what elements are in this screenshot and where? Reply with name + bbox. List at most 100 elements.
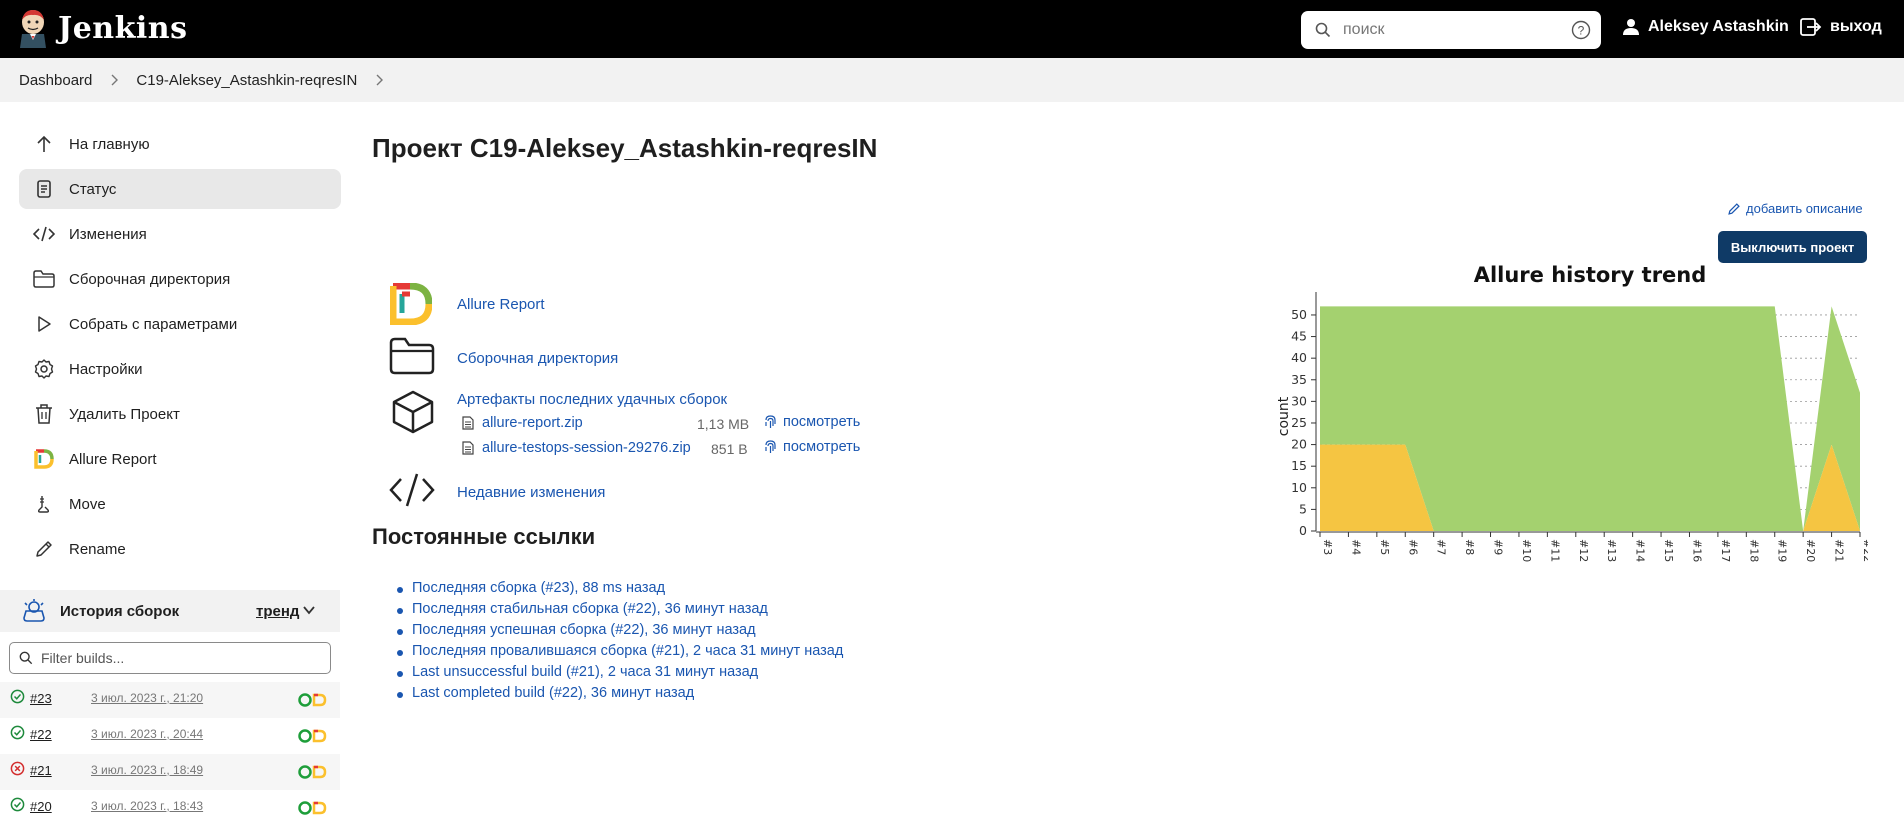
x-tick-label: #14 <box>1634 539 1647 562</box>
allure-badge-icon[interactable] <box>298 728 328 744</box>
sidebar-item-changes[interactable]: Изменения <box>19 214 341 254</box>
edit-description-link[interactable]: добавить описание <box>1727 201 1863 216</box>
code-icon[interactable] <box>388 471 436 509</box>
folder-icon <box>33 268 55 290</box>
sidebar-item-label: Rename <box>69 540 126 558</box>
build-date-link[interactable]: 3 июл. 2023 г., 18:43 <box>91 799 203 813</box>
artifact-link[interactable]: allure-testops-session-29276.zip <box>482 440 691 456</box>
sidebar-item-label: Сборочная директория <box>69 270 231 288</box>
play-icon <box>33 313 55 335</box>
allure-logo-icon[interactable] <box>390 283 432 325</box>
permalink[interactable]: Last unsuccessful build (#21), 2 часа 31… <box>412 664 758 680</box>
artifact-size: 851 B <box>711 441 748 457</box>
code-icon <box>33 223 55 245</box>
y-tick-label: 15 <box>1291 458 1307 473</box>
artifact-item: allure-testops-session-29276.zip <box>462 440 691 456</box>
recent-changes-link[interactable]: Недавние изменения <box>457 484 605 501</box>
y-tick-label: 35 <box>1291 372 1307 387</box>
arrow-up-icon <box>33 133 55 155</box>
allure-report-link[interactable]: Allure Report <box>457 296 545 313</box>
build-history-icon <box>23 599 45 622</box>
search-box[interactable]: ? <box>1301 11 1601 49</box>
sidebar-item-label: Move <box>69 495 106 513</box>
user-icon <box>1623 19 1639 35</box>
sidebar-item-delete[interactable]: Удалить Проект <box>19 394 341 434</box>
list-item: Last completed build (#22), 36 минут наз… <box>396 685 843 706</box>
sidebar-item-label: Allure Report <box>69 450 157 468</box>
sidebar-item-home[interactable]: На главную <box>19 124 341 164</box>
artifact-item: allure-report.zip <box>462 415 583 431</box>
build-number-link[interactable]: #20 <box>30 799 52 814</box>
success-status-icon <box>10 725 25 740</box>
move-icon <box>33 493 55 515</box>
user-name: Aleksey Astashkin <box>1648 18 1789 35</box>
x-tick-label: #22 <box>1861 539 1868 562</box>
allure-badge-icon[interactable] <box>298 800 328 816</box>
sidebar-item-move[interactable]: Move <box>19 484 341 524</box>
x-tick-label: #10 <box>1520 539 1533 562</box>
chevron-right-icon[interactable] <box>375 74 384 86</box>
permalink[interactable]: Последняя сборка (#23), 88 ms назад <box>412 580 665 596</box>
y-axis-label: count <box>1276 396 1292 436</box>
workspace-link[interactable]: Сборочная директория <box>457 350 618 367</box>
x-tick-label: #18 <box>1747 539 1760 562</box>
sidebar-item-rename[interactable]: Rename <box>19 529 341 569</box>
build-date-link[interactable]: 3 июл. 2023 г., 21:20 <box>91 691 203 705</box>
sidebar-item-label: Настройки <box>69 360 143 378</box>
sidebar-item-workspace[interactable]: Сборочная директория <box>19 259 341 299</box>
breadcrumb-dashboard[interactable]: Dashboard <box>19 72 92 89</box>
permalink[interactable]: Last completed build (#22), 36 минут наз… <box>412 685 694 701</box>
build-number-link[interactable]: #22 <box>30 727 52 742</box>
sidebar-item-settings[interactable]: Настройки <box>19 349 341 389</box>
build-number-link[interactable]: #21 <box>30 763 52 778</box>
build-row: #22 3 июл. 2023 г., 20:44 <box>0 718 340 754</box>
artifact-link[interactable]: allure-report.zip <box>482 415 583 431</box>
trend-link[interactable]: тренд <box>256 603 299 620</box>
fingerprint-icon <box>765 415 776 428</box>
x-tick-label: #11 <box>1548 539 1561 562</box>
chevron-right-icon[interactable] <box>110 74 119 86</box>
sidebar-item-build-with-params[interactable]: Собрать с параметрами <box>19 304 341 344</box>
view-artifact-link[interactable]: посмотреть <box>764 439 860 455</box>
allure-badge-icon[interactable] <box>298 764 328 780</box>
help-icon[interactable]: ? <box>1571 20 1591 40</box>
allure-badge-icon[interactable] <box>298 692 328 708</box>
filter-builds-box[interactable] <box>9 642 331 674</box>
artifacts-link[interactable]: Артефакты последних удачных сборок <box>457 391 727 408</box>
permalinks-title: Постоянные ссылки <box>372 524 596 549</box>
chevron-down-icon[interactable] <box>302 603 316 617</box>
view-artifact-link[interactable]: посмотреть <box>764 414 860 430</box>
fingerprint-icon <box>765 440 776 453</box>
x-tick-label: #8 <box>1463 539 1476 555</box>
search-icon <box>19 651 33 665</box>
x-tick-label: #4 <box>1349 539 1362 555</box>
sidebar-item-allure-report[interactable]: Allure Report <box>19 439 341 479</box>
y-tick-label: 30 <box>1291 393 1307 408</box>
x-tick-label: #16 <box>1690 539 1703 562</box>
permalink[interactable]: Последняя успешная сборка (#22), 36 мину… <box>412 622 756 638</box>
search-input[interactable] <box>1343 21 1553 39</box>
sidebar-item-status[interactable]: Статус <box>19 169 341 209</box>
x-tick-label: #20 <box>1804 539 1817 562</box>
build-date-link[interactable]: 3 июл. 2023 г., 20:44 <box>91 727 203 741</box>
jenkins-logo[interactable]: Jenkins <box>18 8 187 48</box>
failed-status-icon <box>10 761 25 776</box>
y-tick-label: 50 <box>1291 307 1307 322</box>
view-label: посмотреть <box>783 439 861 455</box>
breadcrumb-project[interactable]: C19-Aleksey_Astashkin-reqresIN <box>136 72 357 89</box>
permalink[interactable]: Последняя провалившаяся сборка (#21), 2 … <box>412 643 843 659</box>
disable-project-button[interactable]: Выключить проект <box>1718 231 1867 263</box>
folder-icon[interactable] <box>389 337 435 375</box>
build-date-link[interactable]: 3 июл. 2023 г., 18:49 <box>91 763 203 777</box>
user-link[interactable]: Aleksey Astashkin <box>1622 18 1789 36</box>
logout-link[interactable]: выход <box>1800 18 1882 36</box>
filter-builds-input[interactable] <box>41 650 321 666</box>
breadcrumb: Dashboard C19-Aleksey_Astashkin-reqresIN <box>0 58 1904 102</box>
brand-name: Jenkins <box>58 10 188 46</box>
sidebar-item-label: На главную <box>69 135 150 153</box>
y-tick-label: 25 <box>1291 415 1307 430</box>
permalink[interactable]: Последняя стабильная сборка (#22), 36 ми… <box>412 601 768 617</box>
y-tick-label: 10 <box>1291 480 1307 495</box>
build-number-link[interactable]: #23 <box>30 691 52 706</box>
allure-history-trend-chart[interactable]: Allure history trend count 0 5 10 15 20 25 30 35 4… <box>1268 260 1868 580</box>
